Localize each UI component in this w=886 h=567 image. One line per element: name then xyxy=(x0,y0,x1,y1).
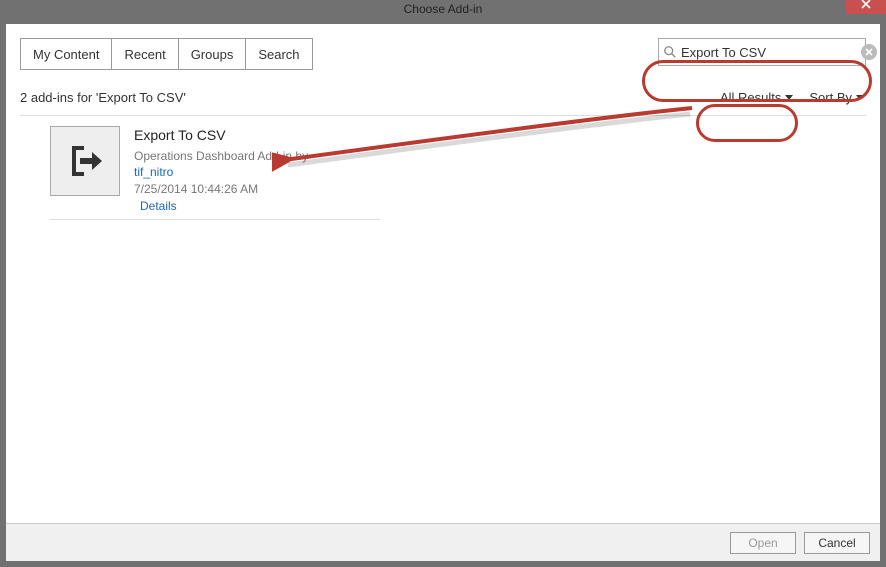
close-icon xyxy=(861,0,871,9)
dialog-footer: Open Cancel xyxy=(6,523,880,561)
results-list: Export To CSV Operations Dashboard Add-i… xyxy=(20,116,866,220)
tab-my-content[interactable]: My Content xyxy=(21,39,112,69)
search-box[interactable] xyxy=(658,38,866,66)
tab-search[interactable]: Search xyxy=(246,39,311,69)
filter-controls: All Results Sort By xyxy=(718,86,866,109)
title-bar: Choose Add-in xyxy=(6,0,880,24)
item-timestamp: 7/25/2014 10:44:26 AM xyxy=(134,181,308,198)
sort-dropdown[interactable]: Sort By xyxy=(807,86,866,109)
filter-row: 2 add-ins for 'Export To CSV' All Result… xyxy=(20,86,866,116)
item-subtitle: Operations Dashboard Add-in by xyxy=(134,148,308,165)
tab-bar: My Content Recent Groups Search xyxy=(20,38,313,70)
top-row: My Content Recent Groups Search xyxy=(20,38,866,70)
tab-recent[interactable]: Recent xyxy=(112,39,178,69)
scope-label: All Results xyxy=(720,90,781,105)
cancel-button[interactable]: Cancel xyxy=(804,532,870,554)
search-input[interactable] xyxy=(677,45,861,60)
export-icon xyxy=(64,140,106,182)
search-icon xyxy=(663,45,677,59)
open-button[interactable]: Open xyxy=(730,532,796,554)
results-summary: 2 add-ins for 'Export To CSV' xyxy=(20,90,186,105)
addin-thumbnail xyxy=(50,126,120,196)
x-icon xyxy=(865,48,873,56)
chevron-down-icon xyxy=(856,95,864,100)
scope-dropdown[interactable]: All Results xyxy=(718,86,795,109)
item-title: Export To CSV xyxy=(134,126,308,146)
item-details-link[interactable]: Details xyxy=(134,198,308,215)
result-item[interactable]: Export To CSV Operations Dashboard Add-i… xyxy=(50,126,380,220)
item-info: Export To CSV Operations Dashboard Add-i… xyxy=(134,126,308,215)
dialog-window: Choose Add-in My Content Recent Groups S… xyxy=(0,0,886,567)
sort-label: Sort By xyxy=(809,90,852,105)
item-author-link[interactable]: tif_nitro xyxy=(134,164,308,181)
window-title: Choose Add-in xyxy=(404,0,483,16)
close-button[interactable] xyxy=(846,0,886,14)
chevron-down-icon xyxy=(785,95,793,100)
tab-groups[interactable]: Groups xyxy=(179,39,247,69)
clear-search-button[interactable] xyxy=(861,44,877,60)
dialog-content: My Content Recent Groups Search 2 add-in… xyxy=(6,24,880,523)
